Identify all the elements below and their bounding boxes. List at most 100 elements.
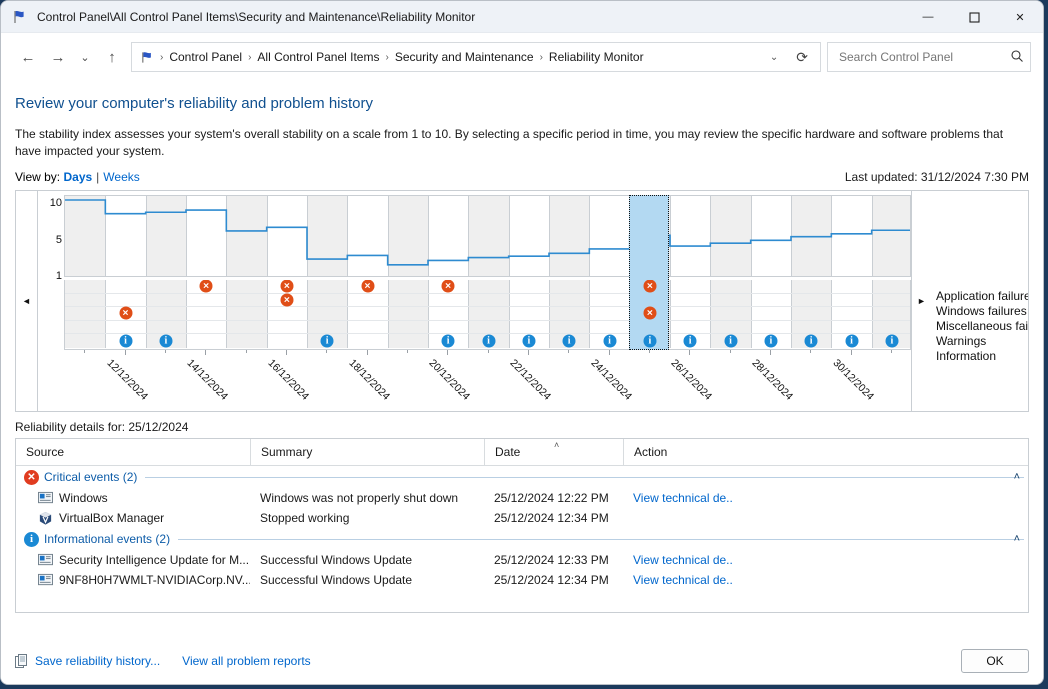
view-by-days-link[interactable]: Days (63, 170, 92, 184)
column-header-summary[interactable]: Summary (250, 439, 484, 466)
event-error-icon[interactable]: ✕ (119, 307, 132, 320)
cell-source: Windows (16, 491, 250, 505)
legend-item-3: Warnings (936, 334, 1029, 349)
forward-button[interactable]: → (43, 42, 73, 72)
chart-column-divider (589, 307, 590, 320)
event-error-icon[interactable]: ✕ (643, 307, 656, 320)
reliability-chart[interactable]: ◄ ► 10 5 1 ✕✕✕✕✕✕✕✕iiiiiiiiiiiiiii 12/12… (15, 190, 1029, 412)
table-row[interactable]: VirtualBox ManagerStopped working25/12/2… (16, 508, 1028, 528)
chart-column-divider (146, 307, 147, 320)
column-header-source[interactable]: Source (16, 439, 250, 466)
chart-column-divider (872, 307, 873, 320)
event-info-icon[interactable]: i (764, 335, 777, 348)
view-technical-details-link[interactable]: View technical de... (633, 573, 733, 587)
maximize-button[interactable] (951, 1, 997, 33)
column-header-date[interactable]: Date ˄ (484, 439, 623, 466)
footer-bar: Save reliability history... View all pro… (1, 638, 1043, 684)
cell-source: 9NF8H0H7WMLT-NVIDIACorp.NV... (16, 573, 250, 587)
chart-column-divider (509, 307, 510, 320)
legend-item-1: Windows failures (936, 304, 1029, 319)
table-row[interactable]: WindowsWindows was not properly shut dow… (16, 488, 1028, 508)
refresh-icon[interactable]: ⟳ (788, 49, 816, 66)
breadcrumb-item-all-control-panel-items[interactable]: All Control Panel Items (253, 47, 383, 67)
close-button[interactable]: ✕ (997, 1, 1043, 33)
chart-column-divider (226, 321, 227, 334)
chart-x-tick-minor (649, 350, 650, 353)
chart-column-divider (751, 321, 752, 334)
event-info-icon[interactable]: i (442, 335, 455, 348)
event-info-icon[interactable]: i (522, 335, 535, 348)
event-info-icon[interactable]: i (321, 335, 334, 348)
chart-column-divider (710, 280, 711, 293)
chart-column-divider (751, 307, 752, 320)
breadcrumb[interactable]: › Control Panel › All Control Panel Item… (131, 42, 821, 72)
breadcrumb-item-reliability-monitor[interactable]: Reliability Monitor (545, 47, 648, 67)
chart-scroll-left-arrow[interactable]: ◄ (16, 191, 38, 411)
event-error-icon[interactable]: ✕ (280, 293, 293, 306)
event-info-icon[interactable]: i (684, 335, 697, 348)
chart-column-divider (267, 321, 268, 334)
view-by-label: View by: (15, 170, 60, 184)
chart-legend: Application failuresWindows failuresMisc… (936, 289, 1029, 364)
event-error-icon[interactable]: ✕ (643, 280, 656, 293)
chart-column-divider (791, 321, 792, 334)
chart-column-band (872, 280, 911, 293)
event-error-icon[interactable]: ✕ (200, 280, 213, 293)
chart-column-band (146, 280, 186, 293)
chart-x-tick-minor (810, 350, 811, 353)
event-error-icon[interactable]: ✕ (280, 280, 293, 293)
event-info-icon[interactable]: i (119, 335, 132, 348)
view-all-problem-reports-label[interactable]: View all problem reports (182, 654, 311, 668)
event-error-icon[interactable]: ✕ (442, 280, 455, 293)
table-row[interactable]: 9NF8H0H7WMLT-NVIDIACorp.NV...Successful … (16, 570, 1028, 590)
chevron-down-icon[interactable]: ⌄ (760, 52, 788, 63)
event-info-icon[interactable]: i (724, 335, 737, 348)
search-input[interactable] (837, 49, 1010, 65)
event-info-icon[interactable]: i (643, 335, 656, 348)
event-info-icon[interactable]: i (885, 335, 898, 348)
event-info-icon[interactable]: i (805, 335, 818, 348)
chart-column-divider (630, 307, 631, 320)
chart-event-row: ✕ (65, 294, 910, 308)
search-box[interactable] (827, 42, 1031, 72)
save-reliability-history-link[interactable]: Save reliability history... (15, 654, 160, 669)
view-all-problem-reports-link[interactable]: View all problem reports (182, 654, 311, 668)
chart-column-divider (710, 321, 711, 334)
table-row[interactable]: Security Intelligence Update for M...Suc… (16, 550, 1028, 570)
event-info-icon[interactable]: i (603, 335, 616, 348)
collapse-group-icon[interactable]: ˄ (1014, 471, 1020, 483)
chart-date-label: 28/12/2024 (749, 357, 795, 403)
chart-column-divider (791, 307, 792, 320)
up-button[interactable]: ↑ (97, 42, 127, 72)
view-technical-details-link[interactable]: View technical de... (633, 491, 733, 505)
recent-locations-button[interactable]: ⌄ (73, 42, 97, 72)
chart-column-divider (549, 334, 550, 348)
chart-column-divider (388, 294, 389, 307)
chart-scroll-right-arrow[interactable]: ► (911, 191, 931, 411)
chart-column-divider (509, 280, 510, 293)
chart-column-band (630, 321, 670, 334)
details-group-header[interactable]: ✕Critical events (2)˄ (16, 466, 1028, 488)
group-divider (145, 477, 1024, 478)
event-info-icon[interactable]: i (482, 335, 495, 348)
breadcrumb-item-control-panel[interactable]: Control Panel (165, 47, 246, 67)
collapse-group-icon[interactable]: ˄ (1014, 533, 1020, 545)
event-info-icon[interactable]: i (563, 335, 576, 348)
view-by-separator: | (96, 170, 99, 184)
ok-button[interactable]: OK (961, 649, 1029, 673)
view-by-weeks-link[interactable]: Weeks (103, 170, 139, 184)
breadcrumb-item-security-and-maintenance[interactable]: Security and Maintenance (391, 47, 538, 67)
details-group-header[interactable]: iInformational events (2)˄ (16, 528, 1028, 550)
event-info-icon[interactable]: i (845, 335, 858, 348)
details-header-row: Source Summary Date ˄ Action (16, 439, 1028, 466)
view-technical-details-link[interactable]: View technical de... (633, 553, 733, 567)
event-info-icon[interactable]: i (159, 335, 172, 348)
column-header-action[interactable]: Action (623, 439, 733, 466)
chart-column-band (549, 321, 589, 334)
event-error-icon[interactable]: ✕ (361, 280, 374, 293)
chart-column-band (226, 307, 266, 320)
save-reliability-history-label[interactable]: Save reliability history... (35, 654, 160, 668)
minimize-button[interactable]: — (905, 1, 951, 33)
chart-column-band (468, 280, 508, 293)
back-button[interactable]: ← (13, 42, 43, 72)
